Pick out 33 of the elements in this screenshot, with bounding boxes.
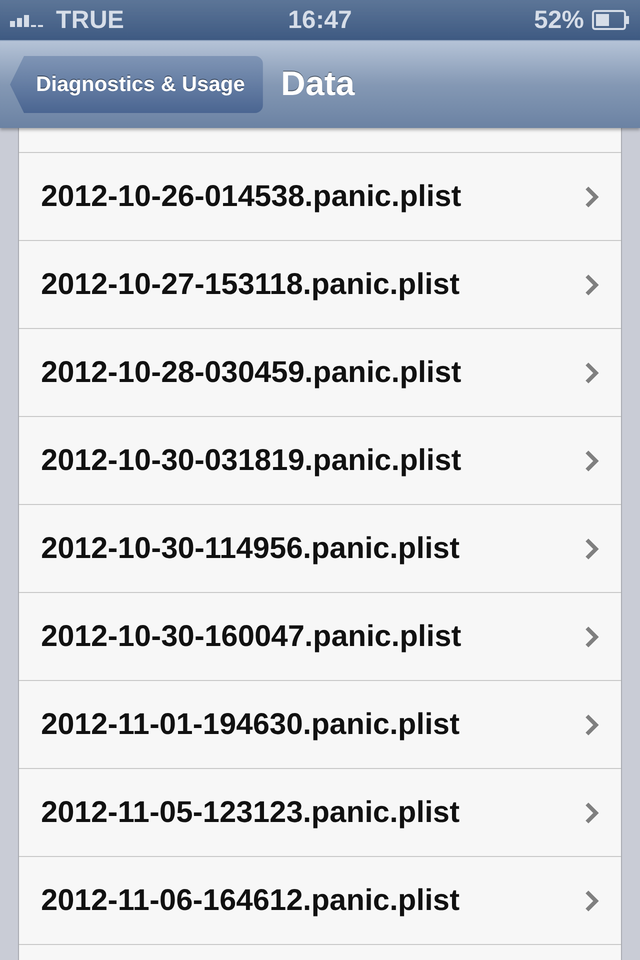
- file-name: 2012-10-27-153118.panic.plist: [41, 268, 461, 302]
- file-row[interactable]: 2012-10-30-114956.panic.plist: [19, 505, 621, 593]
- file-name: 2012-11-05-123123.panic.plist: [41, 796, 461, 830]
- carrier-name: TRUE: [56, 6, 124, 34]
- file-row[interactable]: 2012-11-06-164612.panic.plist: [19, 857, 621, 945]
- back-button[interactable]: Diagnostics & Usage: [10, 56, 263, 113]
- file-name: 2012-11-06-164612.panic.plist: [41, 884, 461, 918]
- chevron-icon: [585, 362, 599, 384]
- chevron-icon: [585, 450, 599, 472]
- chevron-icon: [585, 274, 599, 296]
- screen-title: Data: [280, 65, 355, 104]
- file-row[interactable]: 2012-11-05-123123.panic.plist: [19, 769, 621, 857]
- chevron-icon: [585, 538, 599, 560]
- file-row[interactable]: 2012-10-28-030459.panic.plist: [19, 329, 621, 417]
- battery-percent: 52%: [534, 6, 584, 34]
- file-name: 2012-10-26-014538.panic.plist: [41, 180, 462, 214]
- file-row[interactable]: 2012-10-26-014538.panic.plist: [19, 153, 621, 241]
- chevron-icon: [585, 802, 599, 824]
- chevron-icon: [585, 626, 599, 648]
- status-time: 16:47: [288, 6, 352, 34]
- file-row[interactable]: 2012-11-01-194630.panic.plist: [19, 681, 621, 769]
- chevron-icon: [585, 186, 599, 208]
- file-row[interactable]: 2012-10-27-153118.panic.plist: [19, 241, 621, 329]
- file-row[interactable]: 2012-10-30-160047.panic.plist: [19, 593, 621, 681]
- chevron-icon: [585, 890, 599, 912]
- file-name: 2012-10-28-030459.panic.plist: [41, 356, 462, 390]
- file-name: 2012-10-30-160047.panic.plist: [41, 620, 462, 654]
- file-row[interactable]: 2012-10-30-031819.panic.plist: [19, 417, 621, 505]
- battery-icon: [592, 10, 630, 30]
- file-name: 2012-11-01-194630.panic.plist: [41, 708, 461, 742]
- file-name: 2012-10-30-114956.panic.plist: [41, 532, 461, 566]
- chevron-icon: [585, 714, 599, 736]
- file-name: 2012-10-30-031819.panic.plist: [41, 444, 462, 478]
